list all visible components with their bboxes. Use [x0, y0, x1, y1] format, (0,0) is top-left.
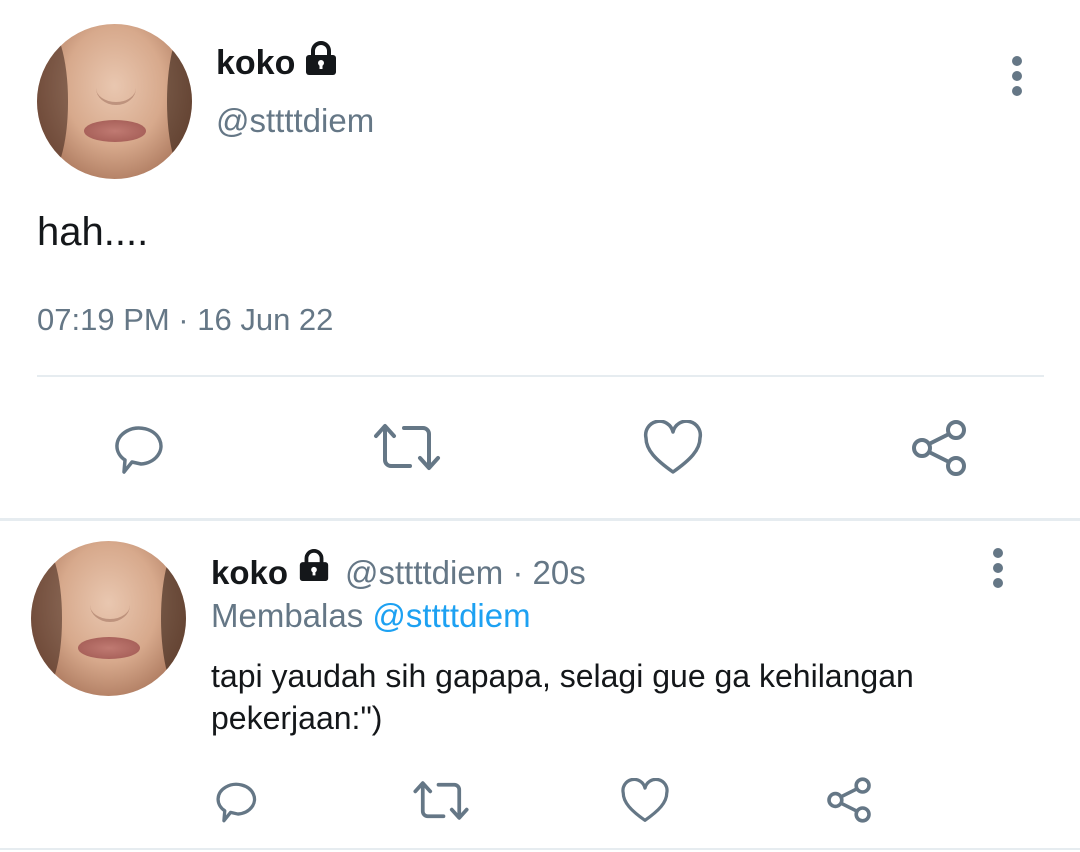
replying-to: Membalas @sttttdiem: [211, 597, 531, 635]
lock-icon: [299, 549, 329, 582]
share-icon[interactable]: [908, 418, 970, 478]
divider: [37, 375, 1044, 377]
tweet-text: tapi yaudah sih gapapa, selagi gue ga ke…: [211, 658, 914, 736]
avatar[interactable]: [31, 541, 186, 696]
reply-icon[interactable]: [214, 776, 262, 824]
more-options-icon[interactable]: [1007, 56, 1027, 96]
like-icon[interactable]: [642, 420, 704, 476]
user-handle-time[interactable]: @sttttdiem · 20s: [345, 554, 586, 592]
retweet-icon[interactable]: [412, 778, 470, 823]
retweet-icon[interactable]: [372, 420, 442, 474]
tweet-text: hah....: [37, 210, 149, 254]
like-icon[interactable]: [620, 778, 670, 824]
lock-icon: [306, 41, 336, 75]
divider: [0, 518, 1080, 521]
share-icon[interactable]: [824, 776, 874, 824]
user-handle[interactable]: @sttttdiem: [216, 102, 374, 140]
replying-prefix: Membalas: [211, 597, 364, 634]
avatar[interactable]: [37, 24, 192, 179]
display-name[interactable]: koko: [216, 44, 295, 83]
tweet-timestamp[interactable]: 07:19 PM · 16 Jun 22: [37, 302, 333, 338]
mention-link[interactable]: @sttttdiem: [372, 597, 530, 634]
reply-icon[interactable]: [112, 418, 170, 476]
more-options-icon[interactable]: [988, 548, 1008, 588]
divider: [0, 848, 1080, 850]
display-name[interactable]: koko: [211, 554, 288, 592]
